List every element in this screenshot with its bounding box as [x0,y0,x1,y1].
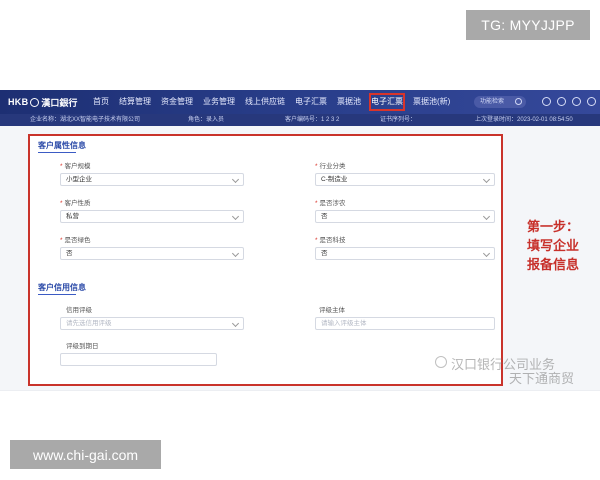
chevron-down-icon [231,319,240,328]
customer-form-panel: 客户属性信息 * 客户规模 小型企业 * 行业分类 C-制造业 * 客户性质 私营 *… [28,134,503,386]
chevron-down-icon [231,249,240,258]
company-name: 企业名称：湖北XX智能电子技术有限公司 [30,117,141,123]
user-icon[interactable] [572,97,581,106]
rating-expiry-date-input[interactable] [60,353,217,366]
cert-serial: 证书序列号： [380,117,417,123]
agriculture-select[interactable]: 否 [315,210,495,223]
label-customer-nature: * 客户性质 [60,200,91,207]
user-role: 角色：录入员 [188,117,225,123]
chevron-down-icon [231,175,240,184]
bank-logo[interactable]: HKB 漢口銀行 [8,96,88,109]
chevron-down-icon [231,212,240,221]
power-icon[interactable] [587,97,596,106]
nav-item-bill-pool-new[interactable]: 票据池(新) [408,90,455,114]
top-navbar: HKB 漢口銀行 首页 结算管理 资金管理 业务管理 线上供应链 电子汇票 票据… [0,90,600,114]
rating-agency-input[interactable]: 请输入评级主体 [315,317,495,330]
label-green: * 是否绿色 [60,237,91,244]
nav-item-supply-chain[interactable]: 线上供应链 [240,90,290,114]
section-title-attributes: 客户属性信息 [38,141,86,153]
tech-select[interactable]: 否 [315,247,495,260]
label-customer-scale: * 客户规模 [60,163,91,170]
wechat-watermark: 汉口银行公司业务 天下通商贸 [435,355,595,386]
nav-item-e-draft-highlighted[interactable]: 电子汇票 [366,90,408,114]
nav-menu: 首页 结算管理 资金管理 业务管理 线上供应链 电子汇票 票据池 电子汇票 票据… [88,90,455,114]
wechat-icon [435,356,447,368]
credit-rating-select[interactable]: 请先选信用评级 [60,317,244,330]
annotation-line-3: 报备信息 [527,257,580,272]
search-placeholder: 功能检索 [480,99,505,105]
last-login: 上次登录时间：2023-02-01 08:54:50 [475,117,573,123]
divider [0,390,600,391]
nav-item-business[interactable]: 业务管理 [198,90,240,114]
customer-scale-select[interactable]: 小型企业 [60,173,244,186]
logo-mark-icon [30,97,40,107]
chevron-down-icon [482,249,491,258]
annotation-line-1: 第一步： [527,219,580,234]
wechat-watermark-line2: 天下通商贸 [509,371,575,386]
help-icon[interactable] [557,97,566,106]
nav-item-settlement[interactable]: 结算管理 [114,90,156,114]
info-subbar: 企业名称：湖北XX智能电子技术有限公司 角色：录入员 客户编码号：1 2 3 2… [0,114,600,126]
green-select[interactable]: 否 [60,247,244,260]
chevron-down-icon [482,175,491,184]
chevron-down-icon [482,212,491,221]
label-rating-agency: 评级主体 [319,307,345,314]
label-credit-rating: 信用评级 [66,307,92,314]
step-annotation: 第一步： 填写企业 报备信息 [527,217,597,274]
tg-watermark: TG: MYYJJPP [466,10,590,40]
logo-latin: HKB [8,97,29,107]
settings-icon[interactable] [542,97,551,106]
nav-item-bill-pool[interactable]: 票据池 [332,90,366,114]
label-rating-expiry: 评级到期日 [66,343,99,350]
nav-item-home[interactable]: 首页 [88,90,114,114]
customer-nature-select[interactable]: 私营 [60,210,244,223]
annotation-line-2: 填写企业 [527,238,580,253]
industry-select[interactable]: C-制造业 [315,173,495,186]
search-icon [515,98,522,105]
logo-cn: 漢口銀行 [41,97,78,108]
site-watermark: www.chi-gai.com [10,440,161,469]
nav-item-e-draft[interactable]: 电子汇票 [290,90,332,114]
banking-app: HKB 漢口銀行 首页 结算管理 资金管理 业务管理 线上供应链 电子汇票 票据… [0,90,600,390]
label-industry: * 行业分类 [315,163,346,170]
section-title-credit: 客户信用信息 [38,283,86,295]
label-agriculture: * 是否涉农 [315,200,346,207]
nav-item-funds[interactable]: 资金管理 [156,90,198,114]
function-search-input[interactable]: 功能检索 [474,96,526,108]
label-tech: * 是否科技 [315,237,346,244]
customer-number: 客户编码号：1 2 3 2 [285,117,340,123]
